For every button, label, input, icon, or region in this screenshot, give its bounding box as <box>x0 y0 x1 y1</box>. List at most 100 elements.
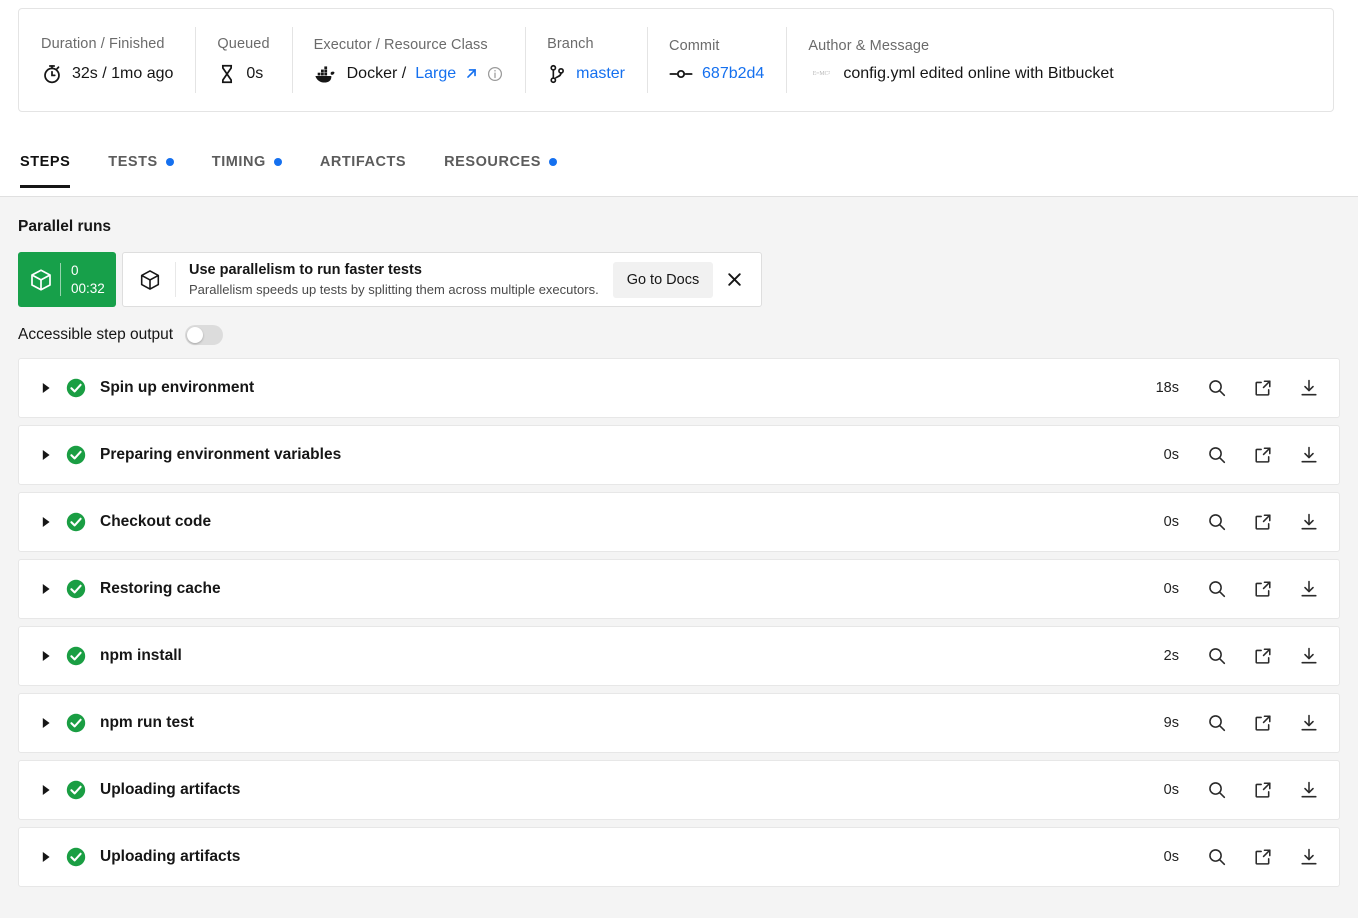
step-row-4[interactable]: npm install 2s <box>18 626 1340 686</box>
external-link-icon[interactable] <box>1251 510 1275 534</box>
expand-caret-icon[interactable] <box>39 381 53 395</box>
tab-resources[interactable]: RESOURCES <box>444 140 557 188</box>
executor-text: Docker / <box>346 64 407 82</box>
external-link-icon[interactable] <box>1251 443 1275 467</box>
expand-caret-icon[interactable] <box>39 582 53 596</box>
download-icon[interactable] <box>1297 711 1321 735</box>
step-row-1[interactable]: Preparing environment variables 0s <box>18 425 1340 485</box>
search-icon[interactable] <box>1205 711 1229 735</box>
summary-value-author-message: E=MC² config.yml edited online with Bitb… <box>808 65 1114 83</box>
parallel-run-badge[interactable]: 0 00:32 <box>18 252 116 307</box>
step-name: Preparing environment variables <box>100 446 342 463</box>
accessible-step-output-label: Accessible step output <box>18 326 174 343</box>
tab-steps[interactable]: STEPS <box>20 140 71 188</box>
parallel-run-numbers: 0 00:32 <box>71 262 105 297</box>
search-icon[interactable] <box>1205 845 1229 869</box>
commit-link[interactable]: 687b2d4 <box>702 65 764 83</box>
step-name: npm install <box>100 647 182 664</box>
step-row-3[interactable]: Restoring cache 0s <box>18 559 1340 619</box>
parallel-run-index: 0 <box>71 263 79 279</box>
summary-item-commit: Commit 687b2d4 <box>647 9 786 111</box>
step-row-6[interactable]: Uploading artifacts 0s <box>18 760 1340 820</box>
tab-tests-label: TESTS <box>108 154 158 170</box>
steps-list: Spin up environment 18s Preparing enviro… <box>18 358 1340 887</box>
step-actions <box>1205 711 1321 735</box>
search-icon[interactable] <box>1205 644 1229 668</box>
summary-value-duration: 32s / 1mo ago <box>41 63 173 85</box>
step-actions <box>1205 644 1321 668</box>
tab-tests[interactable]: TESTS <box>108 140 174 188</box>
parallel-runs-title: Parallel runs <box>18 218 112 235</box>
search-icon[interactable] <box>1205 376 1229 400</box>
summary-item-queued: Queued 0s <box>195 9 291 111</box>
status-success-icon <box>66 646 86 666</box>
go-to-docs-button[interactable]: Go to Docs <box>612 261 714 298</box>
search-icon[interactable] <box>1205 510 1229 534</box>
commit-icon <box>669 66 693 82</box>
banner-subtitle: Parallelism speeds up tests by splitting… <box>189 281 599 297</box>
external-link-icon[interactable] <box>1251 778 1275 802</box>
step-duration: 2s <box>1163 648 1179 664</box>
expand-caret-icon[interactable] <box>39 783 53 797</box>
external-link-arrow-icon[interactable] <box>465 67 478 80</box>
step-actions <box>1205 577 1321 601</box>
banner-divider <box>175 262 176 297</box>
badge-divider <box>60 263 61 296</box>
download-icon[interactable] <box>1297 845 1321 869</box>
external-link-icon[interactable] <box>1251 711 1275 735</box>
step-row-7[interactable]: Uploading artifacts 0s <box>18 827 1340 887</box>
parallel-runs-row: 0 00:32 Use parallelism to run faster te… <box>18 252 1358 307</box>
expand-caret-icon[interactable] <box>39 649 53 663</box>
step-actions <box>1205 778 1321 802</box>
expand-caret-icon[interactable] <box>39 515 53 529</box>
external-link-icon[interactable] <box>1251 577 1275 601</box>
status-success-icon <box>66 445 86 465</box>
search-icon[interactable] <box>1205 577 1229 601</box>
expand-caret-icon[interactable] <box>39 716 53 730</box>
tab-timing[interactable]: TIMING <box>212 140 282 188</box>
step-name: Uploading artifacts <box>100 848 241 865</box>
resource-class-link[interactable]: Large <box>415 65 456 83</box>
external-link-icon[interactable] <box>1251 644 1275 668</box>
tab-artifacts[interactable]: ARTIFACTS <box>320 140 406 188</box>
summary-label-executor: Executor / Resource Class <box>313 36 488 53</box>
search-icon[interactable] <box>1205 778 1229 802</box>
tab-steps-label: STEPS <box>20 154 71 170</box>
branch-link[interactable]: master <box>576 65 625 83</box>
banner-title: Use parallelism to run faster tests <box>189 261 422 278</box>
expand-caret-icon[interactable] <box>39 850 53 864</box>
tab-timing-dot-icon <box>273 158 282 166</box>
summary-value-branch: master <box>547 63 625 85</box>
download-icon[interactable] <box>1297 510 1321 534</box>
status-success-icon <box>66 847 86 867</box>
parallelism-promo-banner: Use parallelism to run faster tests Para… <box>122 252 763 307</box>
summary-item-branch: Branch master <box>525 9 647 111</box>
step-actions <box>1205 845 1321 869</box>
cube-icon <box>26 265 56 295</box>
download-icon[interactable] <box>1297 577 1321 601</box>
summary-item-author-message: Author & Message E=MC² config.yml edited… <box>786 9 1135 111</box>
info-icon[interactable] <box>487 66 503 82</box>
close-icon[interactable] <box>721 267 747 293</box>
download-icon[interactable] <box>1297 644 1321 668</box>
step-row-5[interactable]: npm run test 9s <box>18 693 1340 753</box>
step-duration: 0s <box>1163 447 1179 463</box>
accessible-step-output-toggle[interactable] <box>185 325 224 345</box>
status-success-icon <box>66 512 86 532</box>
step-actions <box>1205 510 1321 534</box>
tab-resources-dot-icon <box>548 158 557 166</box>
step-row-2[interactable]: Checkout code 0s <box>18 492 1340 552</box>
step-duration: 18s <box>1155 380 1179 396</box>
download-icon[interactable] <box>1297 443 1321 467</box>
step-duration: 0s <box>1163 849 1179 865</box>
search-icon[interactable] <box>1205 443 1229 467</box>
summary-value-queued: 0s <box>217 63 269 85</box>
download-icon[interactable] <box>1297 778 1321 802</box>
external-link-icon[interactable] <box>1251 376 1275 400</box>
step-row-0[interactable]: Spin up environment 18s <box>18 358 1340 418</box>
external-link-icon[interactable] <box>1251 845 1275 869</box>
download-icon[interactable] <box>1297 376 1321 400</box>
summary-label-branch: Branch <box>547 35 594 52</box>
expand-caret-icon[interactable] <box>39 448 53 462</box>
summary-value-commit: 687b2d4 <box>669 65 764 83</box>
